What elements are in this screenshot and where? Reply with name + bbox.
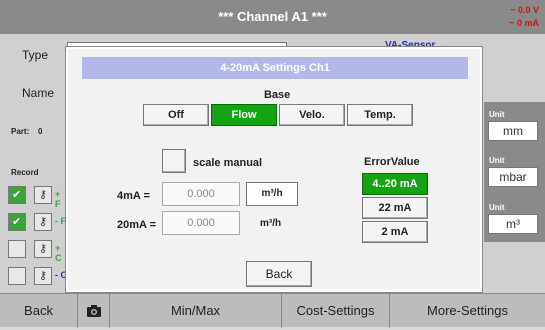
camera-icon bbox=[86, 305, 101, 317]
key-icon[interactable]: ⚷ bbox=[34, 186, 52, 204]
four-ma-input[interactable]: 0.000 bbox=[162, 182, 240, 206]
min-max-button[interactable]: Min/Max bbox=[110, 294, 282, 328]
back-button-bottom[interactable]: Back bbox=[0, 294, 78, 328]
key-icon[interactable]: ⚷ bbox=[34, 213, 52, 231]
base-off-button[interactable]: Off bbox=[143, 104, 209, 126]
status-current: ~ 0 mA bbox=[509, 18, 539, 28]
error-value-label: ErrorValue bbox=[364, 156, 420, 168]
bottom-bar: Back Min/Max Cost-Settings More-Settings bbox=[0, 293, 545, 328]
twenty-ma-unit: m³/h bbox=[260, 218, 282, 229]
record-row[interactable]: ⚷ - F bbox=[8, 213, 68, 232]
record-checkbox[interactable] bbox=[8, 186, 26, 204]
error-2ma-button[interactable]: 2 mA bbox=[362, 221, 428, 243]
base-velo-button[interactable]: Velo. bbox=[279, 104, 345, 126]
title-bar: *** Channel A1 *** ~ 0.0 V ~ 0 mA bbox=[0, 0, 545, 34]
record-row[interactable]: ⚷ + F bbox=[8, 186, 68, 209]
record-checkbox[interactable] bbox=[8, 240, 26, 258]
dialog-title: 4-20mA Settings Ch1 bbox=[82, 57, 468, 79]
base-temp-button[interactable]: Temp. bbox=[347, 104, 413, 126]
type-label: Type bbox=[22, 48, 49, 62]
unit-field[interactable]: mbar bbox=[488, 167, 538, 187]
settings-dialog: 4-20mA Settings Ch1 Base Off Flow Velo. … bbox=[66, 47, 482, 292]
part-label: Part: bbox=[11, 127, 30, 136]
record-row[interactable]: ⚷ + C bbox=[8, 240, 68, 263]
key-icon[interactable]: ⚷ bbox=[34, 240, 52, 258]
unit-field[interactable]: mm bbox=[488, 121, 538, 141]
error-4-20ma-button[interactable]: 4..20 mA bbox=[362, 173, 428, 195]
record-suffix: - F bbox=[55, 216, 66, 226]
record-checkbox[interactable] bbox=[8, 267, 26, 285]
unit-field[interactable]: m³ bbox=[488, 214, 538, 234]
scale-manual-label: scale manual bbox=[193, 157, 263, 169]
status-voltage: ~ 0.0 V bbox=[510, 5, 539, 15]
record-label: Record bbox=[11, 168, 39, 177]
scale-manual-checkbox[interactable] bbox=[162, 149, 186, 173]
key-icon[interactable]: ⚷ bbox=[34, 267, 52, 285]
base-label: Base bbox=[264, 89, 291, 101]
error-22ma-button[interactable]: 22 mA bbox=[362, 197, 428, 219]
camera-button[interactable] bbox=[78, 294, 110, 328]
unit-label: Unit bbox=[489, 156, 505, 165]
unit-label: Unit bbox=[489, 110, 505, 119]
four-ma-label: 4mA = bbox=[117, 190, 150, 202]
part-value: 0 bbox=[38, 127, 43, 136]
window-title: *** Channel A1 *** bbox=[218, 9, 327, 24]
record-checkbox[interactable] bbox=[8, 213, 26, 231]
cost-settings-button[interactable]: Cost-Settings bbox=[282, 294, 390, 328]
record-row[interactable]: ⚷ - C bbox=[8, 267, 68, 286]
back-button[interactable]: Back bbox=[246, 261, 312, 287]
twenty-ma-label: 20mA = bbox=[117, 219, 157, 231]
unit-label: Unit bbox=[489, 203, 505, 212]
more-settings-button[interactable]: More-Settings bbox=[390, 294, 545, 328]
twenty-ma-input[interactable]: 0.000 bbox=[162, 211, 240, 235]
name-label: Name bbox=[22, 86, 55, 100]
four-ma-unit[interactable]: m³/h bbox=[246, 182, 298, 206]
base-flow-button[interactable]: Flow bbox=[211, 104, 277, 126]
